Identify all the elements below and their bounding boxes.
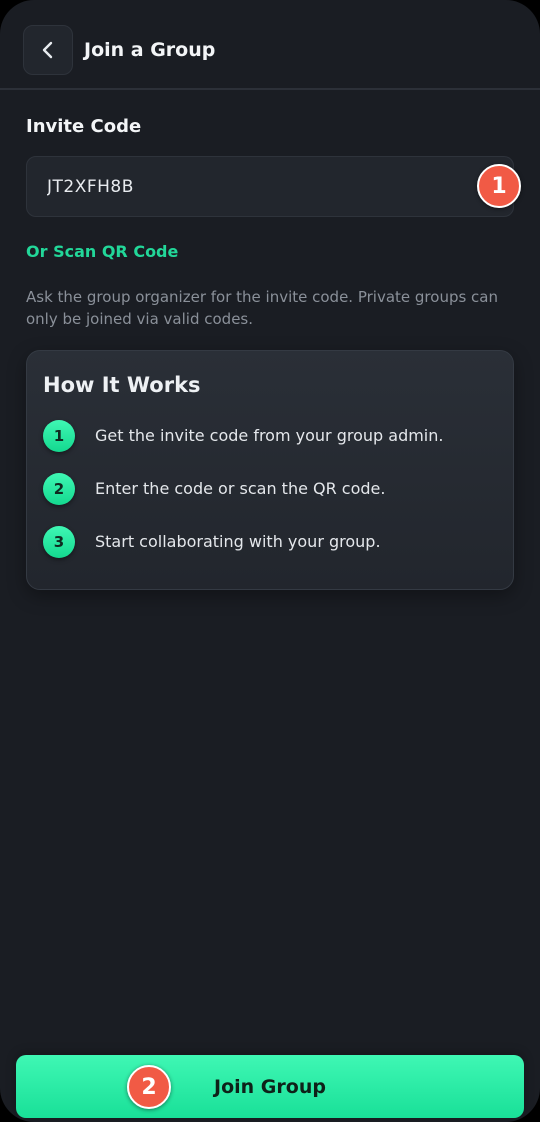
step-number-badge: 2 [43, 473, 75, 505]
step-text: Enter the code or scan the QR code. [95, 479, 386, 498]
annotation-marker-2: 2 [127, 1065, 171, 1109]
invite-code-label: Invite Code [26, 116, 142, 137]
page-title: Join a Group [84, 39, 216, 61]
app-header: Join a Group [0, 0, 540, 90]
step-text: Start collaborating with your group. [95, 532, 381, 551]
step-item: 3 Start collaborating with your group. [43, 526, 381, 558]
step-item: 1 Get the invite code from your group ad… [43, 420, 443, 452]
step-text: Get the invite code from your group admi… [95, 426, 444, 445]
chevron-left-icon [41, 40, 55, 60]
scan-qr-link[interactable]: Or Scan QR Code [26, 241, 178, 263]
how-it-works-title: How It Works [43, 373, 201, 397]
step-number-badge: 1 [43, 420, 75, 452]
invite-help-text: Ask the group organizer for the invite c… [26, 288, 498, 328]
step-number-badge: 3 [43, 526, 75, 558]
back-button[interactable] [23, 25, 73, 75]
join-group-screen: Join a Group Invite Code 1 Or Scan QR Co… [0, 0, 540, 1122]
annotation-marker-1: 1 [477, 164, 521, 208]
join-group-button[interactable]: Join Group [16, 1055, 524, 1118]
how-it-works-card: How It Works 1 Get the invite code from … [26, 350, 514, 590]
invite-code-input[interactable] [26, 156, 514, 217]
step-item: 2 Enter the code or scan the QR code. [43, 473, 385, 505]
